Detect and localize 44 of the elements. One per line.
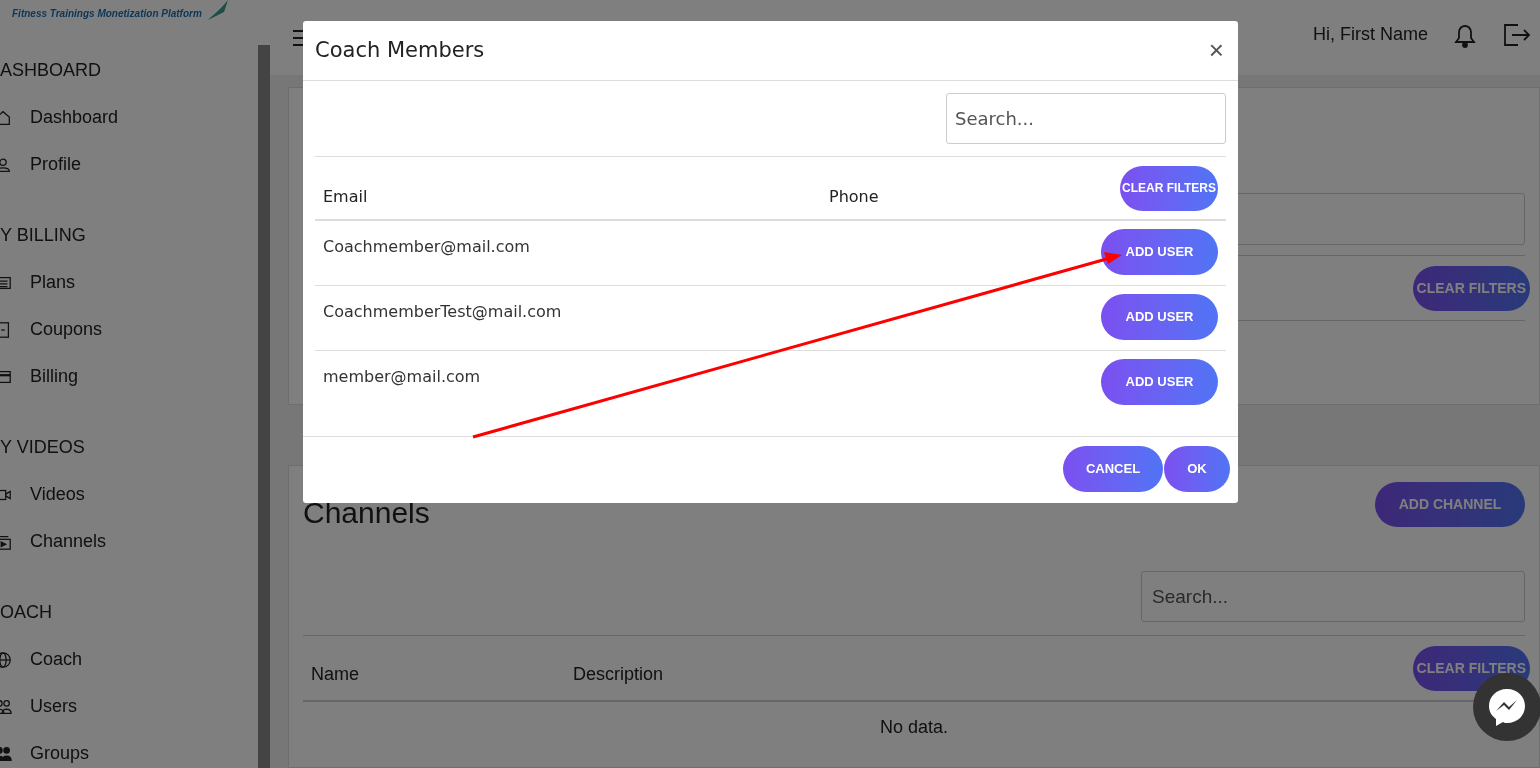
nav-item[interactable]: Channels <box>0 518 258 565</box>
scrollbar[interactable] <box>258 45 270 768</box>
nav-item[interactable]: Users <box>0 683 258 730</box>
email-cell-text: CoachmemberTest@mail.com <box>322 301 563 323</box>
column-header: Name <box>310 662 360 686</box>
empty-message: No data. <box>878 716 949 739</box>
email-cell-text: Coachmember@mail.com <box>322 236 531 258</box>
home-icon <box>0 108 12 127</box>
cancel-button[interactable]: CANCEL <box>1063 446 1163 492</box>
section-heading: ASHBOARD <box>0 58 103 82</box>
dialog-title: Coach Members <box>315 36 485 64</box>
ok-button[interactable]: OK <box>1164 446 1230 492</box>
nav-item[interactable]: Profile <box>0 141 258 188</box>
logout-icon[interactable] <box>1502 21 1532 48</box>
nav-item[interactable]: Groups <box>0 730 258 768</box>
add-user-button[interactable]: ADD USER <box>1101 359 1218 405</box>
clear-filters-button[interactable]: CLEAR FILTERS <box>1412 265 1530 311</box>
users-icon <box>0 744 12 763</box>
section-heading: Y BILLING <box>0 223 87 247</box>
nav-item[interactable]: Dashboard <box>0 94 258 141</box>
add-channel-button[interactable]: ADD CHANNEL <box>1375 482 1525 527</box>
add-user-button[interactable]: ADD USER <box>1101 294 1218 340</box>
globe-icon <box>0 650 12 669</box>
email-cell-text: member@mail.com <box>322 366 482 388</box>
nav-item[interactable]: Plans <box>0 259 258 306</box>
users-icon <box>0 697 12 716</box>
search-field[interactable]: Search... <box>1141 571 1525 622</box>
search-field[interactable]: Search... <box>946 93 1226 144</box>
document-icon <box>0 320 12 339</box>
nav-item[interactable]: Coach <box>0 636 258 683</box>
nav-item[interactable]: Coupons <box>0 306 258 353</box>
nav-item[interactable]: Videos <box>0 471 258 518</box>
nav-item[interactable]: Billing <box>0 353 258 400</box>
add-user-button[interactable]: ADD USER <box>1101 229 1218 275</box>
greeting: Hi, First Name <box>1313 23 1428 46</box>
logo-tagline: Fitness Trainings Monetization Platform <box>12 7 202 21</box>
card-title: Channels <box>303 495 430 531</box>
clear-filters-button[interactable]: CLEAR FILTERS <box>1120 165 1218 211</box>
section-heading: Y VIDEOS <box>0 435 86 459</box>
close-button[interactable]: × <box>1208 31 1226 70</box>
column-header: Email <box>322 186 369 208</box>
column-header: Description <box>573 662 665 686</box>
section-heading: OACH <box>0 600 53 624</box>
column-header: Phone <box>829 186 880 208</box>
